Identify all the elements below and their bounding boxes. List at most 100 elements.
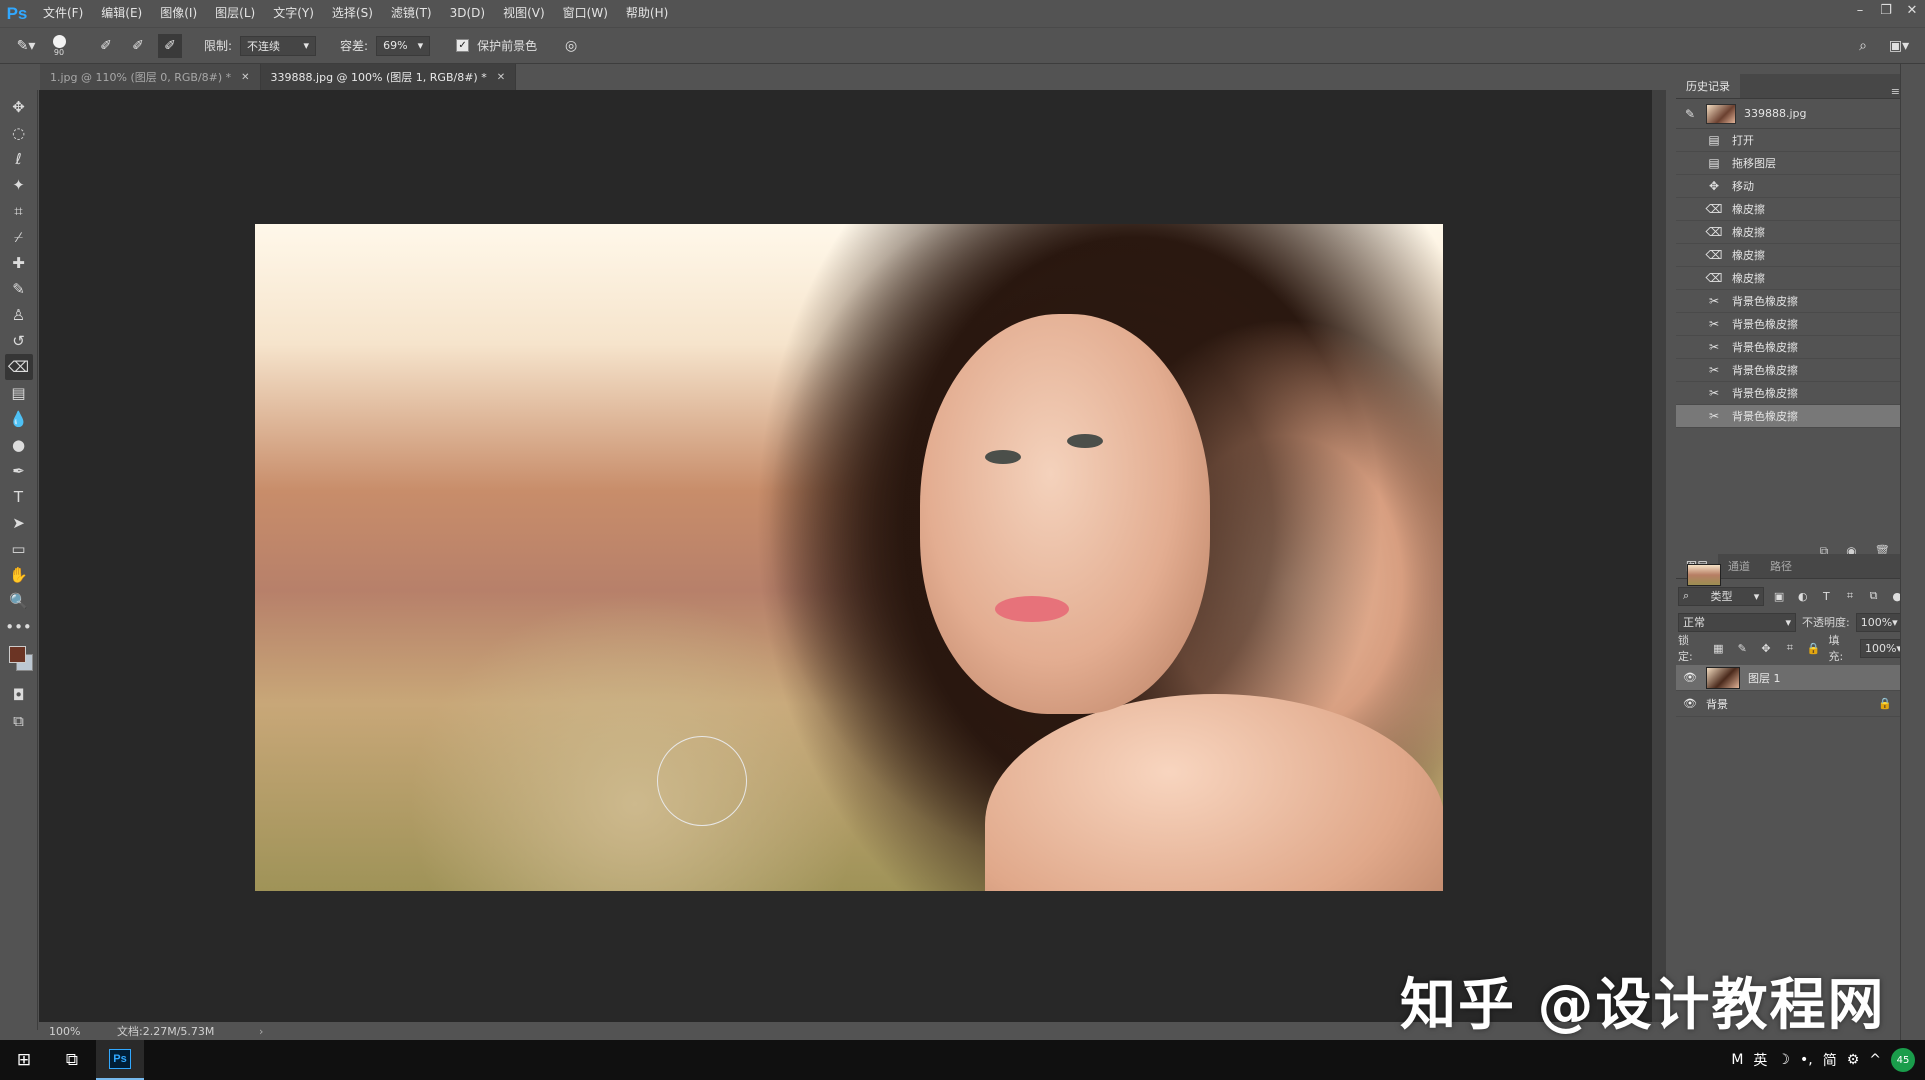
gradient-tool-icon[interactable]: ▤: [5, 380, 33, 406]
task-view-icon[interactable]: ⧉: [48, 1040, 96, 1080]
lock-transparent-icon[interactable]: ▦: [1709, 639, 1727, 657]
history-item-selected[interactable]: ✂ 背景色橡皮擦: [1676, 405, 1906, 428]
type-tool-icon[interactable]: T: [5, 484, 33, 510]
tray-ime-m[interactable]: M: [1731, 1052, 1743, 1068]
menu-filter[interactable]: 滤镜(T): [382, 0, 441, 27]
zoom-level[interactable]: 100%: [39, 1025, 109, 1038]
sampling-once-icon[interactable]: ✐: [126, 34, 150, 58]
history-item[interactable]: ▤ 拖移图层: [1676, 152, 1906, 175]
history-item[interactable]: ✂ 背景色橡皮擦: [1676, 382, 1906, 405]
layer-row[interactable]: 👁 图层 1: [1676, 665, 1906, 691]
brush-tool-icon[interactable]: ✎: [5, 276, 33, 302]
menu-file[interactable]: 文件(F): [34, 0, 92, 27]
pen-tool-icon[interactable]: ✒: [5, 458, 33, 484]
bg-eraser-tool-preset-icon[interactable]: ✎▾: [14, 34, 38, 58]
document-image[interactable]: [255, 224, 1443, 891]
eye-icon[interactable]: 👁: [1682, 696, 1698, 712]
search-icon[interactable]: ⌕: [1851, 34, 1875, 58]
sampling-continuous-icon[interactable]: ✐: [94, 34, 118, 58]
close-icon[interactable]: ✕: [241, 72, 249, 83]
tab-history[interactable]: 历史记录: [1676, 74, 1740, 98]
history-item[interactable]: ✂ 背景色橡皮擦: [1676, 290, 1906, 313]
windows-start-icon[interactable]: ⊞: [0, 1040, 48, 1080]
layer-row[interactable]: 👁 背景 🔒: [1676, 564, 1906, 717]
menu-image[interactable]: 图像(I): [151, 0, 206, 27]
menu-window[interactable]: 窗口(W): [554, 0, 617, 27]
more-tools-icon[interactable]: •••: [5, 614, 33, 640]
rectangle-tool-icon[interactable]: ▭: [5, 536, 33, 562]
tab-document-1[interactable]: 1.jpg @ 110% (图层 0, RGB/8#) * ✕: [40, 64, 261, 90]
notification-badge[interactable]: 45: [1891, 1048, 1915, 1072]
history-snapshot[interactable]: ✎ 339888.jpg: [1676, 99, 1906, 129]
history-item[interactable]: ✂ 背景色橡皮擦: [1676, 313, 1906, 336]
punctuation-icon[interactable]: •,: [1800, 1052, 1813, 1068]
menu-layer[interactable]: 图层(L): [206, 0, 264, 27]
menu-select[interactable]: 选择(S): [323, 0, 382, 27]
history-brush-source-icon[interactable]: ✎: [1682, 106, 1698, 122]
restore-icon[interactable]: ❐: [1873, 0, 1899, 20]
history-item[interactable]: ✂ 背景色橡皮擦: [1676, 336, 1906, 359]
tab-document-2[interactable]: 339888.jpg @ 100% (图层 1, RGB/8#) * ✕: [260, 64, 517, 90]
screen-mode-icon[interactable]: ⧉: [5, 708, 33, 734]
history-item[interactable]: ⌫ 橡皮擦: [1676, 244, 1906, 267]
filter-adjustment-icon[interactable]: ◐: [1794, 587, 1812, 605]
hand-tool-icon[interactable]: ✋: [5, 562, 33, 588]
tray-ime-english[interactable]: 英: [1753, 1050, 1767, 1070]
blend-mode-select[interactable]: 正常 ▾: [1678, 612, 1796, 632]
tolerance-input[interactable]: 69% ▾: [376, 35, 431, 56]
workspace-icon[interactable]: ▣▾: [1887, 34, 1911, 58]
crop-tool-icon[interactable]: ⌗: [5, 198, 33, 224]
lock-all-icon[interactable]: 🔒: [1805, 639, 1823, 657]
history-item[interactable]: ⌫ 橡皮擦: [1676, 267, 1906, 290]
eraser-tool-icon[interactable]: ⌫: [4, 354, 33, 380]
eyedropper-tool-icon[interactable]: ⌿: [5, 224, 33, 250]
protect-foreground-checkbox[interactable]: ✓: [456, 39, 470, 52]
menu-view[interactable]: 视图(V): [494, 0, 554, 27]
lock-image-icon[interactable]: ✎: [1733, 639, 1751, 657]
close-icon[interactable]: ✕: [1899, 0, 1925, 20]
taskbar-photoshop[interactable]: Ps: [96, 1040, 144, 1080]
history-item[interactable]: ✥ 移动: [1676, 175, 1906, 198]
filter-pixel-icon[interactable]: ▣: [1770, 587, 1788, 605]
tray-ime-simplified[interactable]: 简: [1823, 1050, 1837, 1070]
close-icon[interactable]: ✕: [497, 72, 505, 83]
history-item[interactable]: ▤ 打开: [1676, 129, 1906, 152]
magic-wand-tool-icon[interactable]: ✦: [5, 172, 33, 198]
history-item[interactable]: ✂ 背景色橡皮擦: [1676, 359, 1906, 382]
opacity-input[interactable]: 100% ▾: [1855, 612, 1902, 632]
chevron-up-icon[interactable]: ^: [1869, 1052, 1881, 1068]
pressure-size-icon[interactable]: ◎: [559, 34, 583, 58]
settings-icon[interactable]: ⚙: [1847, 1052, 1860, 1068]
tab-channels[interactable]: 通道: [1718, 554, 1760, 578]
foreground-color-swatch[interactable]: [8, 646, 26, 663]
dodge-tool-icon[interactable]: ●: [5, 432, 33, 458]
healing-brush-tool-icon[interactable]: ✚: [5, 250, 33, 276]
lock-position-icon[interactable]: ✥: [1757, 639, 1775, 657]
path-selection-tool-icon[interactable]: ➤: [5, 510, 33, 536]
filter-smart-object-icon[interactable]: ⧉: [1865, 587, 1883, 605]
marquee-tool-icon[interactable]: ◌: [5, 120, 33, 146]
history-item[interactable]: ⌫ 橡皮擦: [1676, 221, 1906, 244]
chevron-right-icon[interactable]: ›: [249, 1025, 263, 1038]
minimize-icon[interactable]: –: [1847, 0, 1873, 20]
color-swatches[interactable]: [5, 644, 33, 678]
eye-icon[interactable]: 👁: [1682, 670, 1698, 686]
filter-type-icon[interactable]: T: [1818, 587, 1836, 605]
tab-paths[interactable]: 路径: [1760, 554, 1802, 578]
limit-select[interactable]: 不连续 ▾: [240, 35, 317, 56]
blur-tool-icon[interactable]: 💧: [5, 406, 33, 432]
menu-help[interactable]: 帮助(H): [617, 0, 677, 27]
menu-3d[interactable]: 3D(D): [441, 0, 494, 27]
lock-artboard-icon[interactable]: ⌗: [1781, 639, 1799, 657]
moon-icon[interactable]: ☽: [1777, 1052, 1790, 1068]
menu-type[interactable]: 文字(Y): [264, 0, 323, 27]
layer-filter-select[interactable]: ⌕ 类型 ▾: [1678, 586, 1765, 606]
lasso-tool-icon[interactable]: ℓ: [5, 146, 33, 172]
zoom-tool-icon[interactable]: 🔍: [5, 588, 33, 614]
quick-mask-icon[interactable]: ◘: [5, 682, 33, 708]
sampling-background-swatch-icon[interactable]: ✐: [158, 33, 182, 58]
vertical-scrollbar[interactable]: [1652, 90, 1666, 1022]
menu-edit[interactable]: 编辑(E): [92, 0, 151, 27]
history-item[interactable]: ⌫ 橡皮擦: [1676, 198, 1906, 221]
stamp-tool-icon[interactable]: ♙: [5, 302, 33, 328]
